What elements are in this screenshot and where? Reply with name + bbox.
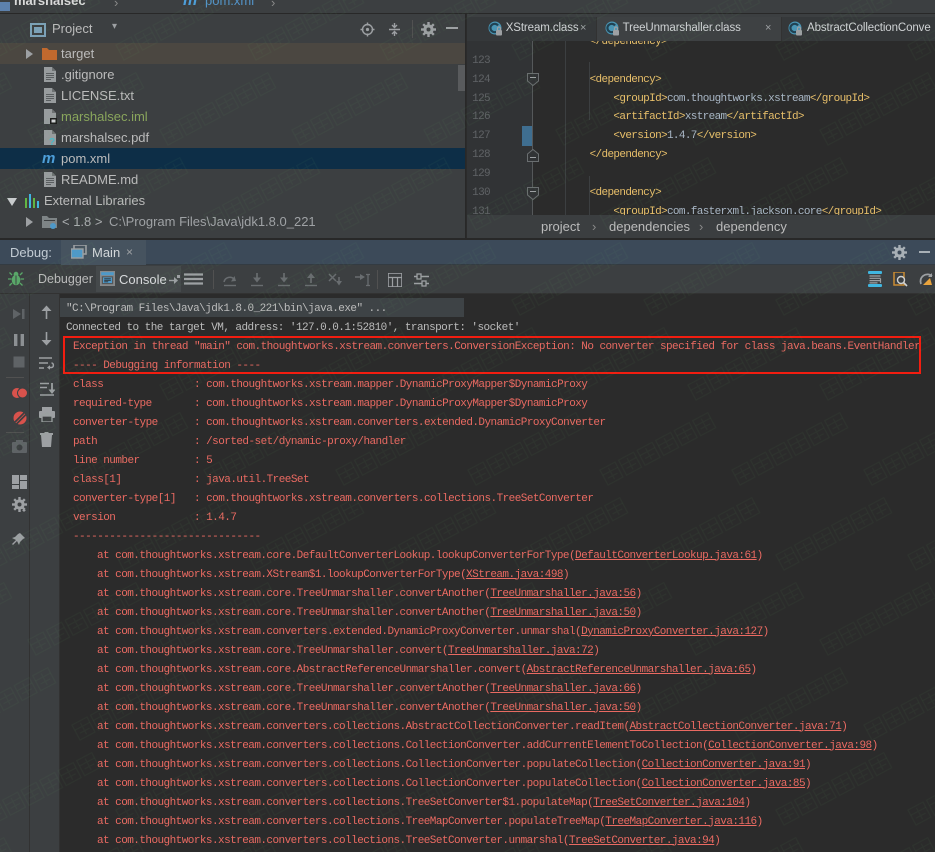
svg-text:?: ? bbox=[49, 137, 55, 145]
